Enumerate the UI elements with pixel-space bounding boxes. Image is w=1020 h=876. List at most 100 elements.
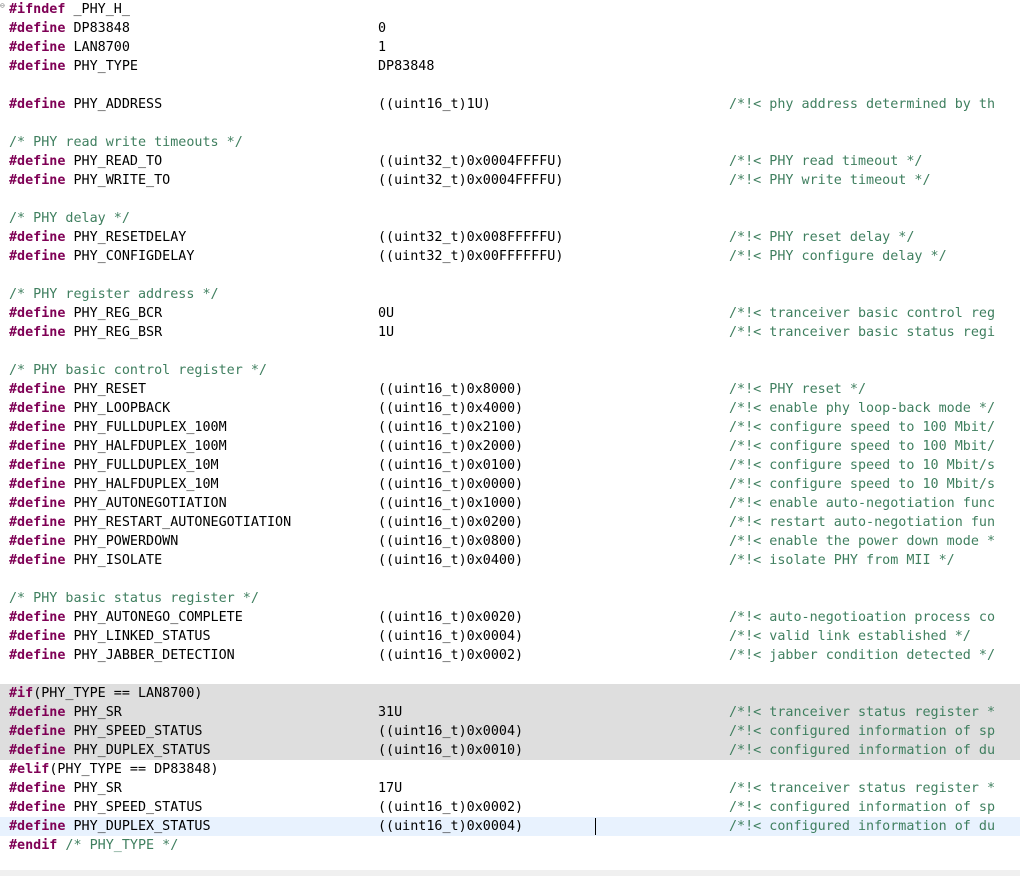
code-line[interactable]: #define PHY_LOOPBACK ((uint16_t)0x4000) /*… bbox=[0, 399, 1020, 418]
macro-name: PHY_READ_TO bbox=[65, 154, 163, 169]
doc-comment: /*!< auto-negotioation process co bbox=[729, 610, 996, 625]
macro-name: PHY_JABBER_DETECTION bbox=[65, 648, 235, 663]
code-line[interactable]: #define PHY_JABBER_DETECTION ((uint16_t)0… bbox=[0, 646, 1020, 665]
macro-value: ((uint32_t)0x00FFFFFFU) bbox=[378, 249, 564, 264]
code-editor[interactable]: #ifndef _PHY_H_#define DP838480#define L… bbox=[0, 0, 1020, 876]
code-line[interactable]: #define PHY_RESTART_AUTONEGOTIATION ((uin… bbox=[0, 513, 1020, 532]
directive-name: #define PHY_FULLDUPLEX_100M bbox=[9, 418, 227, 437]
code-line[interactable]: #define PHY_SPEED_STATUS ((uint16_t)0x000… bbox=[0, 722, 1020, 741]
code-comment: /* PHY basic control register */ bbox=[9, 363, 267, 378]
macro-value: ((uint16_t)0x0004) bbox=[378, 819, 524, 834]
code-line[interactable]: #define PHY_POWERDOWN ((uint16_t)0x0800) /… bbox=[0, 532, 1020, 551]
preprocessor-keyword: #define bbox=[9, 401, 66, 416]
code-line[interactable]: #define PHY_REG_BCR 0U /*!< tranceiver bas… bbox=[0, 304, 1020, 323]
code-line[interactable]: #define PHY_SPEED_STATUS ((uint16_t)0x000… bbox=[0, 798, 1020, 817]
doc-comment: /*!< restart auto-negotiation fun bbox=[729, 515, 996, 530]
macro-value: ((uint16_t)0x8000) bbox=[378, 382, 524, 397]
macro-value: ((uint16_t)0x0002) bbox=[378, 800, 524, 815]
macro-name: PHY_LINKED_STATUS bbox=[65, 629, 211, 644]
directive-name: #define PHY_READ_TO bbox=[9, 152, 162, 171]
code-line[interactable] bbox=[0, 76, 1020, 95]
preprocessor-keyword: #define bbox=[9, 743, 66, 758]
macro-value: ((uint16_t)1U) bbox=[378, 97, 491, 112]
doc-comment: /*!< tranceiver basic status regi bbox=[729, 325, 996, 340]
code-line[interactable]: /* PHY read write timeouts */ bbox=[0, 133, 1020, 152]
code-line[interactable]: #define DP83848 0 bbox=[0, 19, 1020, 38]
code-line[interactable]: #define PHY_ADDRESS ((uint16_t)1U) /*!< ph… bbox=[0, 95, 1020, 114]
macro-name: DP83848 bbox=[65, 21, 130, 36]
directive-name: #define PHY_SR bbox=[9, 779, 122, 798]
code-line[interactable]: #define PHY_WRITE_TO ((uint32_t)0x0004FFF… bbox=[0, 171, 1020, 190]
code-line[interactable]: #define PHY_LINKED_STATUS ((uint16_t)0x00… bbox=[0, 627, 1020, 646]
code-line[interactable]: #define PHY_ISOLATE ((uint16_t)0x0400) /*!… bbox=[0, 551, 1020, 570]
code-line[interactable]: /* PHY basic control register */ bbox=[0, 361, 1020, 380]
doc-comment: /*!< configure speed to 100 Mbit/ bbox=[729, 420, 996, 435]
code-line[interactable]: #define PHY_AUTONEGO_COMPLETE ((uint16_t)… bbox=[0, 608, 1020, 627]
code-line[interactable]: #define PHY_SR 31U /*!< tranceiver status … bbox=[0, 703, 1020, 722]
code-line[interactable]: #elif(PHY_TYPE == DP83848) bbox=[0, 760, 1020, 779]
macro-name: PHY_RESET bbox=[65, 382, 147, 397]
code-line[interactable]: #define PHY_FULLDUPLEX_100M ((uint16_t)0x… bbox=[0, 418, 1020, 437]
code-comment: /* PHY register address */ bbox=[9, 287, 219, 302]
doc-comment: /*!< configured information of du bbox=[729, 743, 996, 758]
code-line[interactable]: #define PHY_FULLDUPLEX_10M ((uint16_t)0x0… bbox=[0, 456, 1020, 475]
fold-toggle-icon[interactable] bbox=[0, 2, 7, 9]
preprocessor-keyword: #define bbox=[9, 648, 66, 663]
doc-comment: /*!< configure speed to 10 Mbit/s bbox=[729, 458, 996, 473]
code-line[interactable]: #if(PHY_TYPE == LAN8700) bbox=[0, 684, 1020, 703]
macro-value: ((uint16_t)0x0100) bbox=[378, 458, 524, 473]
code-line[interactable]: #define PHY_RESET ((uint16_t)0x8000) /*!< … bbox=[0, 380, 1020, 399]
macro-value: ((uint16_t)0x0000) bbox=[378, 477, 524, 492]
directive-name: #endif /* PHY_TYPE */ bbox=[9, 836, 178, 855]
code-line[interactable]: #define PHY_TYPE DP83848 bbox=[0, 57, 1020, 76]
code-line[interactable] bbox=[0, 665, 1020, 684]
code-line[interactable] bbox=[0, 114, 1020, 133]
code-line[interactable]: #define PHY_CONFIGDELAY ((uint32_t)0x00FF… bbox=[0, 247, 1020, 266]
code-line[interactable]: /* PHY register address */ bbox=[0, 285, 1020, 304]
preprocessor-keyword: #define bbox=[9, 477, 66, 492]
macro-name: PHY_REG_BSR bbox=[65, 325, 163, 340]
code-line[interactable]: #define PHY_REG_BSR 1U /*!< tranceiver bas… bbox=[0, 323, 1020, 342]
doc-comment: /*!< isolate PHY from MII */ bbox=[729, 553, 955, 568]
macro-name: PHY_CONFIGDELAY bbox=[65, 249, 195, 264]
code-line[interactable]: #ifndef _PHY_H_ bbox=[0, 0, 1020, 19]
preprocessor-keyword: #define bbox=[9, 306, 66, 321]
macro-value: ((uint16_t)0x2100) bbox=[378, 420, 524, 435]
macro-value: ((uint16_t)0x0200) bbox=[378, 515, 524, 530]
code-line[interactable]: #define PHY_SR 17U /*!< tranceiver status … bbox=[0, 779, 1020, 798]
directive-name: #define PHY_HALFDUPLEX_100M bbox=[9, 437, 227, 456]
directive-name: #if(PHY_TYPE == LAN8700) bbox=[9, 684, 203, 703]
preprocessor-keyword: #ifndef bbox=[9, 2, 66, 17]
code-line[interactable]: #define PHY_READ_TO ((uint32_t)0x0004FFFF… bbox=[0, 152, 1020, 171]
directive-name: #define PHY_SR bbox=[9, 703, 122, 722]
code-line[interactable]: #define PHY_AUTONEGOTIATION ((uint16_t)0x… bbox=[0, 494, 1020, 513]
directive-name: #define PHY_JABBER_DETECTION bbox=[9, 646, 235, 665]
code-line[interactable]: #define LAN8700 1 bbox=[0, 38, 1020, 57]
macro-value: 0 bbox=[378, 21, 387, 36]
directive-name: #define DP83848 bbox=[9, 19, 130, 38]
code-line[interactable] bbox=[0, 342, 1020, 361]
preprocessor-keyword: #define bbox=[9, 230, 66, 245]
preprocessor-keyword: #define bbox=[9, 382, 66, 397]
macro-value: ((uint16_t)0x0004) bbox=[378, 724, 524, 739]
code-line[interactable]: #define PHY_RESETDELAY ((uint32_t)0x008FF… bbox=[0, 228, 1020, 247]
macro-name: PHY_FULLDUPLEX_100M bbox=[65, 420, 227, 435]
directive-name: #define PHY_AUTONEGOTIATION bbox=[9, 494, 227, 513]
macro-name: _PHY_H_ bbox=[65, 2, 130, 17]
macro-value: ((uint16_t)0x2000) bbox=[378, 439, 524, 454]
directive-name: #define PHY_RESTART_AUTONEGOTIATION bbox=[9, 513, 291, 532]
code-line[interactable]: #define PHY_DUPLEX_STATUS ((uint16_t)0x00… bbox=[0, 817, 1020, 836]
code-line[interactable] bbox=[0, 570, 1020, 589]
code-line[interactable]: /* PHY basic status register */ bbox=[0, 589, 1020, 608]
code-line[interactable] bbox=[0, 190, 1020, 209]
macro-value: 1U bbox=[378, 325, 395, 340]
code-line[interactable]: #define PHY_HALFDUPLEX_100M ((uint16_t)0x… bbox=[0, 437, 1020, 456]
code-line[interactable]: /* PHY delay */ bbox=[0, 209, 1020, 228]
code-line[interactable]: #define PHY_DUPLEX_STATUS ((uint16_t)0x00… bbox=[0, 741, 1020, 760]
code-line[interactable]: #define PHY_HALFDUPLEX_10M ((uint16_t)0x0… bbox=[0, 475, 1020, 494]
code-line[interactable]: #endif /* PHY_TYPE */ bbox=[0, 836, 1020, 855]
preprocessor-keyword: #define bbox=[9, 21, 66, 36]
preprocessor-keyword: #define bbox=[9, 249, 66, 264]
code-line[interactable] bbox=[0, 266, 1020, 285]
macro-value: 0U bbox=[378, 306, 395, 321]
